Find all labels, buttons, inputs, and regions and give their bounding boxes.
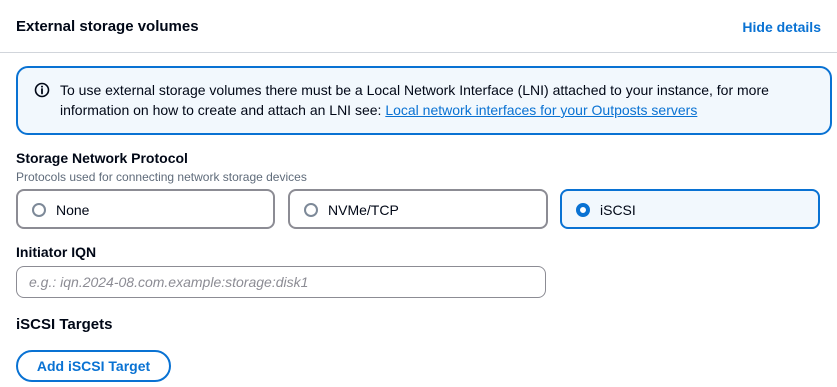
protocol-option-iscsi[interactable]: iSCSI [560, 189, 820, 229]
radio-iscsi[interactable] [576, 203, 590, 217]
protocol-description: Protocols used for connecting network st… [16, 170, 307, 184]
protocol-option-label: NVMe/TCP [328, 202, 399, 218]
protocol-option-none[interactable]: None [16, 189, 275, 229]
radio-nvme-tcp[interactable] [304, 203, 318, 217]
radio-none[interactable] [32, 203, 46, 217]
protocol-option-label: iSCSI [600, 202, 636, 218]
iscsi-targets-heading: iSCSI Targets [16, 316, 113, 333]
protocol-label: Storage Network Protocol [16, 150, 188, 166]
protocol-option-nvme-tcp[interactable]: NVMe/TCP [288, 189, 548, 229]
lni-docs-link[interactable]: Local network interfaces for your Outpos… [385, 102, 697, 118]
hide-details-link[interactable]: Hide details [742, 19, 821, 35]
info-icon [34, 82, 50, 98]
initiator-iqn-input[interactable] [16, 266, 546, 298]
section-header: External storage volumes Hide details [0, 0, 837, 53]
info-alert: To use external storage volumes there mu… [16, 66, 832, 135]
protocol-option-label: None [56, 202, 90, 218]
add-iscsi-target-button[interactable]: Add iSCSI Target [16, 350, 171, 382]
section-title: External storage volumes [16, 18, 199, 35]
info-message: To use external storage volumes there mu… [60, 80, 820, 120]
initiator-iqn-label: Initiator IQN [16, 244, 97, 260]
